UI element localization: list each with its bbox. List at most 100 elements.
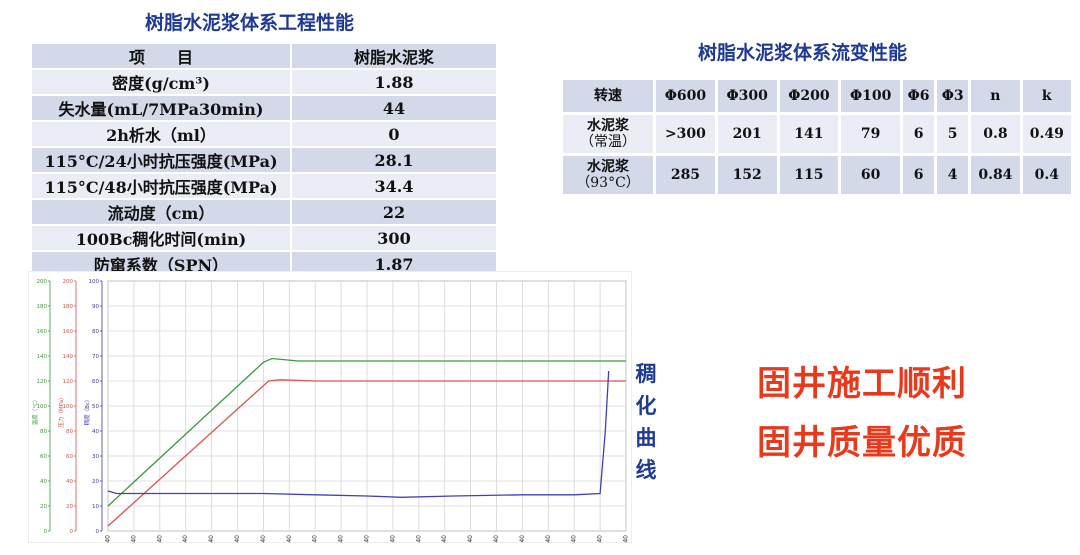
property-value: 300: [292, 226, 496, 250]
table-row: 115°C/24小时抗压强度(MPa) 28.1: [32, 148, 496, 172]
table-row: 115°C/48小时抗压强度(MPa) 34.4: [32, 174, 496, 198]
performance-table: 项 目树脂水泥浆 密度(g/cm³) 1.88 失水量(mL/7MPa30min) 44…: [30, 42, 498, 278]
rheology-value: 79: [841, 115, 901, 153]
y-tick-label: 90: [92, 304, 99, 310]
rheology-value: 115: [779, 156, 839, 194]
x-tick-label: 02:00:40: [312, 535, 319, 543]
rheology-value: 6: [903, 156, 935, 194]
row-label: 水泥浆 （93°C）: [563, 156, 654, 194]
y-tick-label: 100: [89, 279, 100, 285]
rheology-value: 201: [717, 115, 777, 153]
table-row: 失水量(mL/7MPa30min) 44: [32, 96, 496, 120]
rheology-value: 152: [717, 156, 777, 194]
row-label-line: （93°C）: [576, 175, 640, 191]
chart-caption-char: 稠: [635, 362, 657, 386]
y-tick-label: 40: [66, 479, 73, 485]
table-row: 流动度（cm） 22: [32, 200, 496, 224]
y-tick-label: 80: [92, 329, 99, 335]
y-axis-label: 温度（°C）: [31, 397, 39, 426]
property-label: 100Bc稠化时间(min): [32, 226, 290, 250]
x-tick-label: 03:45:40: [493, 535, 500, 543]
table-header-cell: n: [971, 80, 1020, 112]
y-tick-label: 200: [63, 279, 74, 285]
performance-table-title: 树脂水泥浆体系工程性能: [145, 12, 355, 34]
table-row: 水泥浆 （常温） >300 201 141 79 6 5 0.8 0.49: [563, 115, 1071, 153]
property-value: 1.88: [292, 70, 496, 94]
x-tick-label: 00:30:40: [156, 535, 163, 543]
table-header-row: 项 目树脂水泥浆: [32, 44, 496, 68]
property-value: 28.1: [292, 148, 496, 172]
x-tick-label: 05:00:40: [623, 535, 630, 543]
table-row: 100Bc稠化时间(min) 300: [32, 226, 496, 250]
x-tick-label: 01:15:40: [234, 535, 241, 543]
x-tick-label: 00:45:40: [182, 535, 189, 543]
y-tick-label: 200: [37, 279, 48, 285]
y-tick-label: 30: [92, 454, 99, 460]
y-tick-label: 70: [92, 354, 99, 360]
y-tick-label: 60: [40, 454, 47, 460]
table-row: 2h析水（ml） 0: [32, 122, 496, 146]
y-tick-label: 160: [37, 329, 48, 335]
rheology-value: 0.49: [1022, 115, 1071, 153]
rheology-value: 5: [937, 115, 969, 153]
property-label: 2h析水（ml）: [32, 122, 290, 146]
y-tick-label: 50: [92, 404, 99, 410]
property-label: 115°C/24小时抗压强度(MPa): [32, 148, 290, 172]
property-value: 44: [292, 96, 496, 120]
y-axis-label: 压力（MPa）: [57, 394, 65, 427]
x-tick-label: 04:15:40: [545, 535, 552, 543]
y-tick-label: 0: [96, 529, 100, 535]
chart-caption-char: 线: [635, 458, 657, 482]
y-tick-label: 0: [70, 529, 74, 535]
table-header-cell: Φ200: [779, 80, 839, 112]
table-header-cell: Φ100: [841, 80, 901, 112]
table-header-row: 转速 Φ600 Φ300 Φ200 Φ100 Φ6 Φ3 n k: [563, 80, 1071, 112]
property-label: 流动度（cm）: [32, 200, 290, 224]
y-axis-label: 稠度（Bc）: [83, 397, 91, 426]
chart-caption-char: 曲: [635, 426, 657, 450]
y-tick-label: 120: [37, 379, 48, 385]
rheology-value: 4: [937, 156, 969, 194]
table-header-cell: Φ600: [656, 80, 715, 112]
x-tick-label: 01:45:40: [286, 535, 293, 543]
rheology-value: 0.8: [971, 115, 1020, 153]
x-tick-label: 03:30:40: [467, 535, 474, 543]
property-value: 22: [292, 200, 496, 224]
x-tick-label: 03:15:40: [441, 535, 448, 543]
x-tick-label: 01:00:40: [208, 535, 215, 543]
y-tick-label: 60: [66, 454, 73, 460]
x-tick-label: 04:30:40: [571, 535, 578, 543]
property-label: 密度(g/cm³): [32, 70, 290, 94]
chart-caption-char: 化: [635, 394, 657, 418]
y-tick-label: 20: [66, 504, 73, 510]
row-label-line: 水泥浆: [587, 118, 630, 134]
thickening-curve-chart: 00:00:40 00:15:40 00:30:40 00:45:40 01:00:40…: [28, 271, 632, 543]
slogan-line-1: 固井施工顺利: [757, 364, 967, 404]
y-tick-label: 140: [37, 354, 48, 360]
table-header-cell: Φ300: [717, 80, 777, 112]
y-tick-label: 160: [63, 329, 74, 335]
table-row: 水泥浆 （93°C） 285 152 115 60 6 4 0.84 0.4: [563, 156, 1071, 194]
x-tick-label: 00:15:40: [130, 535, 137, 543]
rheology-table: 转速 Φ600 Φ300 Φ200 Φ100 Φ6 Φ3 n k 水泥浆 （常温） >300 201 14…: [560, 77, 1074, 197]
x-tick-label: 02:45:40: [389, 535, 396, 543]
slogan-line-2: 固井质量优质: [757, 423, 967, 463]
rheology-value: 6: [903, 115, 935, 153]
x-tick-label: 04:45:40: [597, 535, 604, 543]
x-tick-label: 00:00:40: [105, 535, 112, 543]
x-tick-label: 01:30:40: [260, 535, 267, 543]
property-label: 失水量(mL/7MPa30min): [32, 96, 290, 120]
rheology-value: 60: [841, 156, 901, 194]
y-tick-label: 20: [40, 504, 47, 510]
property-label: 115°C/48小时抗压强度(MPa): [32, 174, 290, 198]
table-header-cell: 转速: [563, 80, 654, 112]
x-tick-label: 03:00:40: [415, 535, 422, 543]
y-tick-label: 80: [40, 429, 47, 435]
y-tick-label: 40: [92, 429, 99, 435]
rheology-value: 0.4: [1022, 156, 1071, 194]
y-tick-label: 180: [63, 304, 74, 310]
rheology-value: 0.84: [971, 156, 1020, 194]
y-tick-label: 120: [63, 379, 74, 385]
property-value: 0: [292, 122, 496, 146]
y-tick-label: 20: [92, 479, 99, 485]
